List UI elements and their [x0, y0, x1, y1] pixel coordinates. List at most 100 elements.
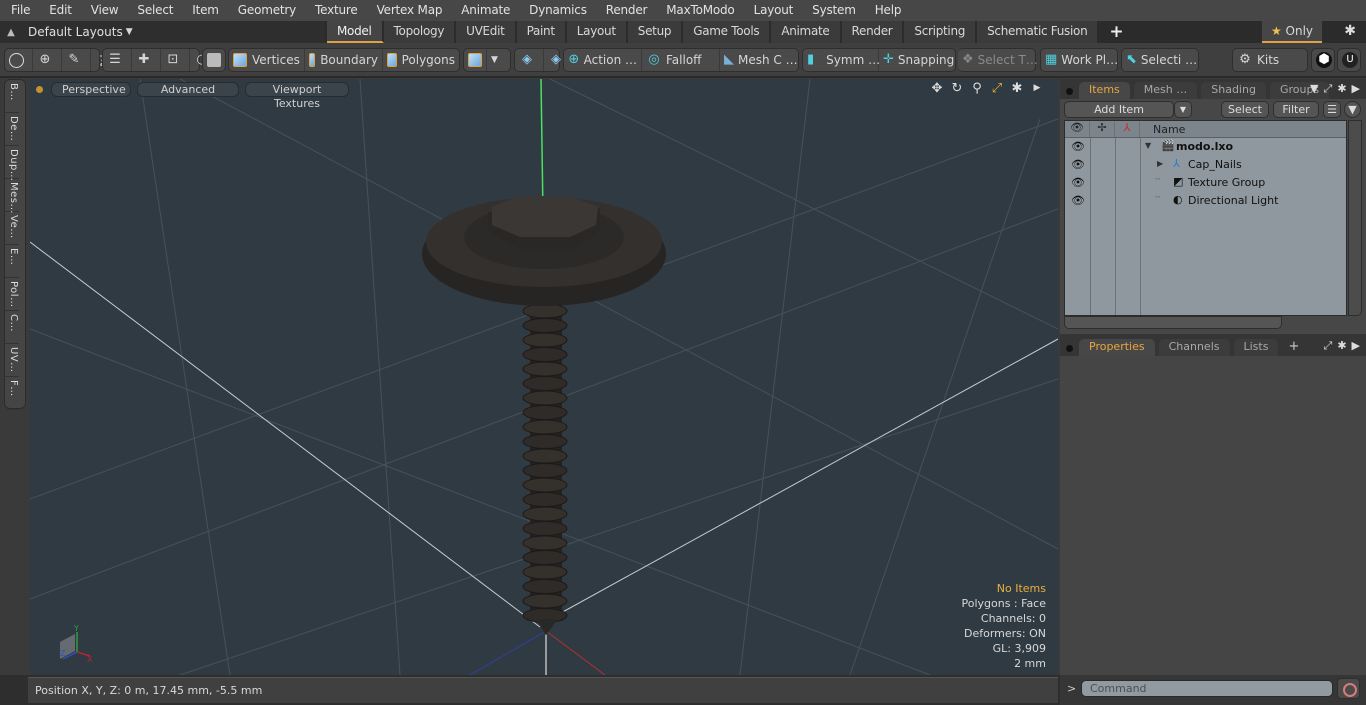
gear-icon[interactable]: ✱: [1010, 81, 1024, 96]
globe-tool-button[interactable]: ⊕: [33, 49, 62, 71]
menu-dynamics[interactable]: Dynamics: [518, 0, 595, 21]
chevron-up-icon[interactable]: ▲: [0, 27, 22, 38]
filter-button[interactable]: Filter: [1273, 101, 1319, 118]
name-column-header[interactable]: Name: [1153, 123, 1185, 136]
menu-animate[interactable]: Animate: [450, 0, 518, 21]
advanced-button[interactable]: Advanced: [137, 81, 239, 97]
left-tab-5[interactable]: E…: [5, 245, 19, 278]
visibility-eye-icon[interactable]: 👁: [1071, 194, 1085, 207]
kits-button[interactable]: ⚙ Kits: [1233, 49, 1307, 71]
viewport-textures-button[interactable]: Viewport Textures: [245, 81, 349, 110]
material-mode-button[interactable]: [464, 49, 487, 71]
tab-model[interactable]: Model: [327, 21, 384, 43]
add-item-dropdown[interactable]: ▼: [1174, 101, 1192, 118]
action-center-button[interactable]: ⊕ Action …: [564, 49, 642, 71]
type-column-icon[interactable]: ⅄: [1115, 121, 1140, 137]
tab-layout[interactable]: Layout: [566, 21, 628, 43]
menu-select[interactable]: Select: [126, 0, 181, 21]
menu-layout[interactable]: Layout: [743, 0, 802, 21]
vertical-scrollbar[interactable]: [1348, 120, 1362, 316]
selection-sets-button[interactable]: ⬉ Selecti …: [1122, 49, 1198, 71]
mesh-constraint-button[interactable]: ◣ Mesh C …: [720, 49, 798, 71]
record-command-button[interactable]: [1337, 678, 1360, 699]
menu-vertex-map[interactable]: Vertex Map: [366, 0, 451, 21]
menu-view[interactable]: View: [80, 0, 127, 21]
align-tool-button[interactable]: ☰: [103, 49, 132, 71]
properties-panel-dot[interactable]: [1066, 345, 1073, 352]
material-dropdown-button[interactable]: ▼: [487, 49, 502, 71]
3d-viewport[interactable]: Y X Z Perspective Advanced Viewport Text…: [30, 79, 1058, 675]
viewport-options-dot[interactable]: [36, 85, 43, 93]
list-options-icon[interactable]: ☰: [1323, 101, 1341, 118]
select-button[interactable]: Select: [1221, 101, 1269, 118]
tab-scripting[interactable]: Scripting: [904, 21, 978, 43]
lock-column-icon[interactable]: ✢: [1090, 121, 1115, 137]
pen-tool-button[interactable]: ✎: [62, 49, 91, 71]
gear-icon[interactable]: ✱: [1344, 23, 1356, 39]
rotate-icon[interactable]: ↻: [950, 81, 964, 96]
menu-texture[interactable]: Texture: [304, 0, 366, 21]
horizontal-scrollbar[interactable]: [1064, 316, 1282, 329]
add-panel-tab-button[interactable]: +: [1288, 339, 1299, 354]
collapse-arrow-icon[interactable]: ▼: [1145, 141, 1151, 150]
expand-arrow-icon[interactable]: ▶: [1352, 82, 1360, 96]
tab-render[interactable]: Render: [841, 21, 905, 43]
tab-uvedit[interactable]: UVEdit: [456, 21, 517, 43]
boundary-mode-button[interactable]: Boundary: [305, 49, 383, 71]
work-plane-button[interactable]: ▦ Work Pl…: [1041, 49, 1118, 71]
visibility-eye-icon[interactable]: 👁: [1071, 176, 1085, 189]
square-circle-button[interactable]: ⊡: [161, 49, 190, 71]
tree-row[interactable]: 👁 ▼ 🎬 modo.lxo: [1065, 138, 1348, 156]
tab-setup[interactable]: Setup: [627, 21, 684, 43]
unreal-button[interactable]: U: [1338, 49, 1366, 71]
gear-icon[interactable]: ✱: [1337, 339, 1346, 353]
left-tab-8[interactable]: UV…: [5, 344, 19, 377]
tab-schematic-fusion[interactable]: Schematic Fusion: [977, 21, 1100, 43]
tab-animate[interactable]: Animate: [771, 21, 842, 43]
menu-system[interactable]: System: [801, 0, 864, 21]
dropdown-arrow-icon[interactable]: ▼: [1310, 82, 1318, 96]
uv-unwrap-button[interactable]: ✚: [132, 49, 161, 71]
tab-topology[interactable]: Topology: [383, 21, 457, 43]
maximize-icon[interactable]: ⤢: [990, 81, 1004, 96]
sphere-tool-button[interactable]: [5, 49, 33, 71]
maximize-icon[interactable]: ⤢: [1324, 82, 1333, 96]
menu-help[interactable]: Help: [864, 0, 910, 21]
vertices-mode-button[interactable]: Vertices: [229, 49, 305, 71]
menu-item[interactable]: Item: [181, 0, 227, 21]
menu-render[interactable]: Render: [595, 0, 656, 21]
layout-selector[interactable]: ▲ Default Layouts ▼: [0, 21, 325, 43]
menu-geometry[interactable]: Geometry: [227, 0, 304, 21]
item-mode-button[interactable]: [203, 49, 229, 71]
add-item-button[interactable]: Add Item: [1064, 101, 1174, 118]
left-tab-7[interactable]: C…: [5, 311, 19, 344]
filter-funnel-icon[interactable]: ▼: [1344, 101, 1361, 118]
perspective-button[interactable]: Perspective: [51, 81, 131, 97]
expand-arrow-icon[interactable]: ▶: [1157, 159, 1163, 168]
panel-tab-channels[interactable]: Channels: [1158, 339, 1230, 356]
zoom-icon[interactable]: ⚲: [970, 81, 984, 96]
visibility-eye-icon[interactable]: 👁: [1071, 140, 1085, 153]
left-tab-3[interactable]: Mes…: [5, 179, 19, 214]
tree-row[interactable]: 👁 ┈ ◐ Directional Light: [1065, 192, 1348, 210]
polygons-mode-button[interactable]: Polygons: [383, 49, 459, 71]
falloff-button[interactable]: ◎ Falloff: [642, 49, 720, 71]
maximize-icon[interactable]: ⤢: [1324, 339, 1333, 353]
gear-icon[interactable]: ✱: [1337, 82, 1346, 96]
pan-icon[interactable]: ✥: [930, 81, 944, 96]
symmetry-button[interactable]: ▮ Symm …: [803, 49, 880, 71]
menu-edit[interactable]: Edit: [38, 0, 79, 21]
world-transform-button[interactable]: ◈: [515, 49, 544, 71]
left-tab-0[interactable]: B…: [5, 80, 19, 113]
panel-tab-lists[interactable]: Lists: [1233, 339, 1279, 356]
add-tab-button[interactable]: +: [1109, 22, 1123, 42]
panel-tab-properties[interactable]: Properties: [1079, 339, 1155, 356]
visibility-column-icon[interactable]: 👁: [1065, 121, 1090, 137]
items-panel-dot[interactable]: [1066, 88, 1073, 95]
panel-tab-items[interactable]: Items: [1079, 82, 1130, 99]
select-through-button[interactable]: ❖ Select T…: [958, 49, 1038, 71]
left-tab-4[interactable]: Ve…: [5, 212, 19, 245]
menu-file[interactable]: File: [0, 0, 38, 21]
panel-tab-shading[interactable]: Shading: [1201, 82, 1266, 99]
panel-tab-mesh[interactable]: Mesh …: [1133, 82, 1198, 99]
